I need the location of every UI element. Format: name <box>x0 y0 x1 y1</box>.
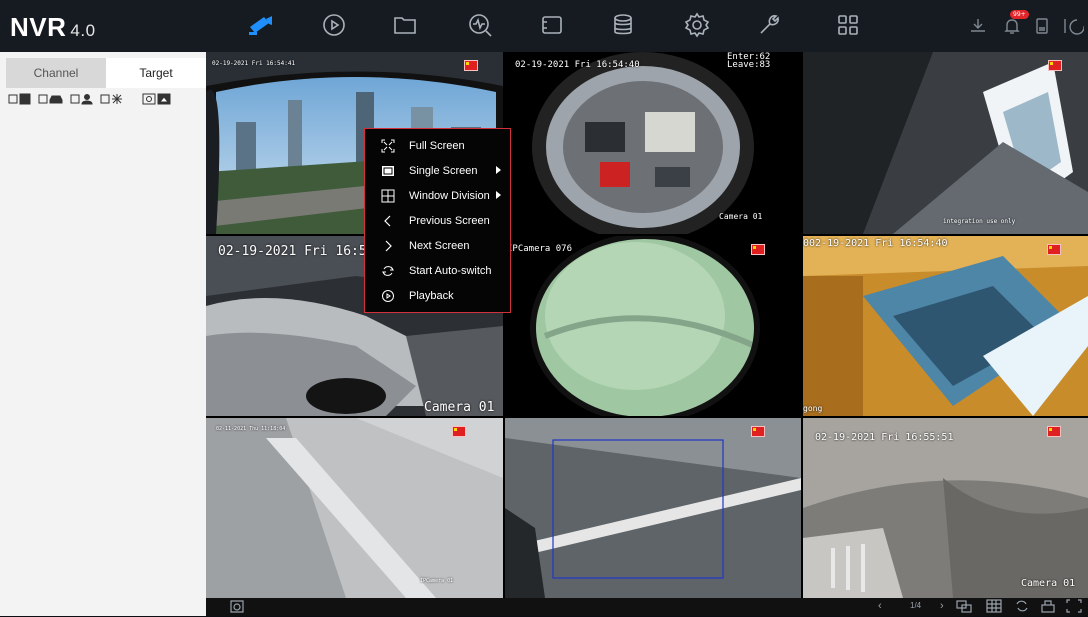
layout-grid-icon[interactable] <box>986 599 1002 616</box>
tab-target[interactable]: Target <box>106 58 206 88</box>
tile-camera-name: Camera 01 <box>1021 578 1076 589</box>
recording-flag-icon <box>1047 426 1061 437</box>
tile-camera-name: Camera 01 <box>719 212 763 221</box>
video-tile-7[interactable]: 02-11-2021 Thu 11:18:04 IPCamera 01 <box>206 418 503 598</box>
app-logo: NVR 4.0 <box>10 12 96 42</box>
auto-switch-icon[interactable] <box>1014 599 1030 616</box>
playback-icon <box>377 289 399 303</box>
file-management-icon[interactable] <box>390 10 420 40</box>
video-tile-6[interactable]: 002-19-2021 Fri 16:54:40 gong <box>803 236 1088 416</box>
recording-flag-icon <box>1048 60 1062 71</box>
recording-flag-icon <box>464 60 478 71</box>
live-view-grid[interactable]: 02-19-2021 Fri 16:54:41 02-19-2021 Fri 1… <box>206 52 1088 598</box>
submenu-arrow-icon <box>496 166 501 174</box>
configuration-icon[interactable] <box>537 10 567 40</box>
sidebar-tabs: Channel Target <box>6 58 206 88</box>
menu-item-playback[interactable]: Playback <box>365 283 510 308</box>
tile-camera-name: gong <box>803 404 823 413</box>
menu-item-full-screen[interactable]: Full Screen <box>365 133 510 158</box>
vehicle-filter-icon[interactable] <box>38 93 64 105</box>
fullscreen-icon[interactable] <box>1066 599 1082 616</box>
tile-timestamp: 02-19-2021 Fri 16:54:40 <box>515 60 640 70</box>
tile-camera-name: IPCamera 01 <box>420 578 454 584</box>
tile-note: integration use only <box>943 218 1016 225</box>
menu-item-next-screen[interactable]: Next Screen <box>365 233 510 258</box>
single-screen-icon <box>377 164 399 178</box>
download-icon[interactable] <box>968 16 988 36</box>
menu-item-window-division[interactable]: Window Division <box>365 183 510 208</box>
people-leave-count: Leave:83 <box>727 60 771 70</box>
page-indicator: 1/4 <box>910 601 922 610</box>
tile-timestamp: 02-19-2021 Fri 16:54:41 <box>212 60 296 67</box>
tile-timestamp: 02-19-2021 Fri 16:5 <box>218 244 367 259</box>
more-icon[interactable] <box>833 10 863 40</box>
alarm-count-badge: 99+ <box>1010 10 1029 19</box>
video-tile-2[interactable]: 02-19-2021 Fri 16:54:40 Enter:62 Leave:8… <box>505 52 801 234</box>
smart-analysis-icon[interactable] <box>465 10 495 40</box>
channel-zero-icon[interactable] <box>1040 599 1056 616</box>
tile-timestamp: 002-19-2021 Fri 16:54:40 <box>803 238 948 249</box>
tile-camera-name: Camera 01 <box>424 400 495 415</box>
recording-flag-icon <box>1047 244 1061 255</box>
maintenance-icon[interactable] <box>754 10 784 40</box>
recording-flag-icon <box>751 426 765 437</box>
recording-flag-icon <box>751 244 765 255</box>
system-settings-icon[interactable] <box>682 10 712 40</box>
live-view-icon[interactable] <box>246 10 276 40</box>
next-page-icon[interactable]: › <box>940 600 944 612</box>
context-menu: Full Screen Single Screen Window Divisio… <box>364 128 511 313</box>
auto-switch-icon <box>377 264 399 278</box>
next-icon <box>377 239 399 253</box>
storage-icon[interactable] <box>608 10 638 40</box>
previous-page-icon[interactable]: ‹ <box>878 600 882 612</box>
menu-item-start-auto-switch[interactable]: Start Auto-switch <box>365 258 510 283</box>
video-tile-3[interactable]: integration use only <box>803 52 1088 234</box>
output-switch-icon[interactable] <box>956 599 972 616</box>
fullscreen-icon <box>377 139 399 153</box>
previous-icon <box>377 214 399 228</box>
window-division-icon <box>377 189 399 203</box>
snapshot-icon[interactable] <box>228 598 246 617</box>
playback-icon[interactable] <box>319 10 349 40</box>
top-navigation-bar: NVR 4.0 99+ <box>0 0 1088 53</box>
menu-item-single-screen[interactable]: Single Screen <box>365 158 510 183</box>
tile-timestamp: 02-19-2021 Fri 16:55:51 <box>815 432 954 443</box>
motion-filter-icon[interactable] <box>100 93 126 105</box>
video-tile-8[interactable] <box>505 418 801 598</box>
alarm-bell-icon[interactable] <box>1002 16 1022 36</box>
video-tile-5[interactable]: IPCamera 076 <box>505 236 801 416</box>
sidebar-panel: Channel Target <box>0 52 206 616</box>
task-queue-icon[interactable] <box>1032 16 1052 36</box>
power-icon[interactable] <box>1064 16 1085 36</box>
recording-flag-icon <box>452 426 466 437</box>
tile-camera-name: IPCamera 076 <box>507 244 573 254</box>
tab-channel[interactable]: Channel <box>6 58 106 88</box>
bottom-toolbar: ‹ 1/4 › <box>206 598 1088 616</box>
video-tile-9[interactable]: 02-19-2021 Fri 16:55:51 Camera 01 <box>803 418 1088 598</box>
picture-mode-icon[interactable] <box>142 93 172 105</box>
target-filter-bar <box>8 92 172 106</box>
face-filter-icon[interactable] <box>8 93 32 105</box>
submenu-arrow-icon <box>496 191 501 199</box>
menu-item-previous-screen[interactable]: Previous Screen <box>365 208 510 233</box>
human-filter-icon[interactable] <box>70 93 94 105</box>
tile-timestamp: 02-11-2021 Thu 11:18:04 <box>216 426 286 432</box>
